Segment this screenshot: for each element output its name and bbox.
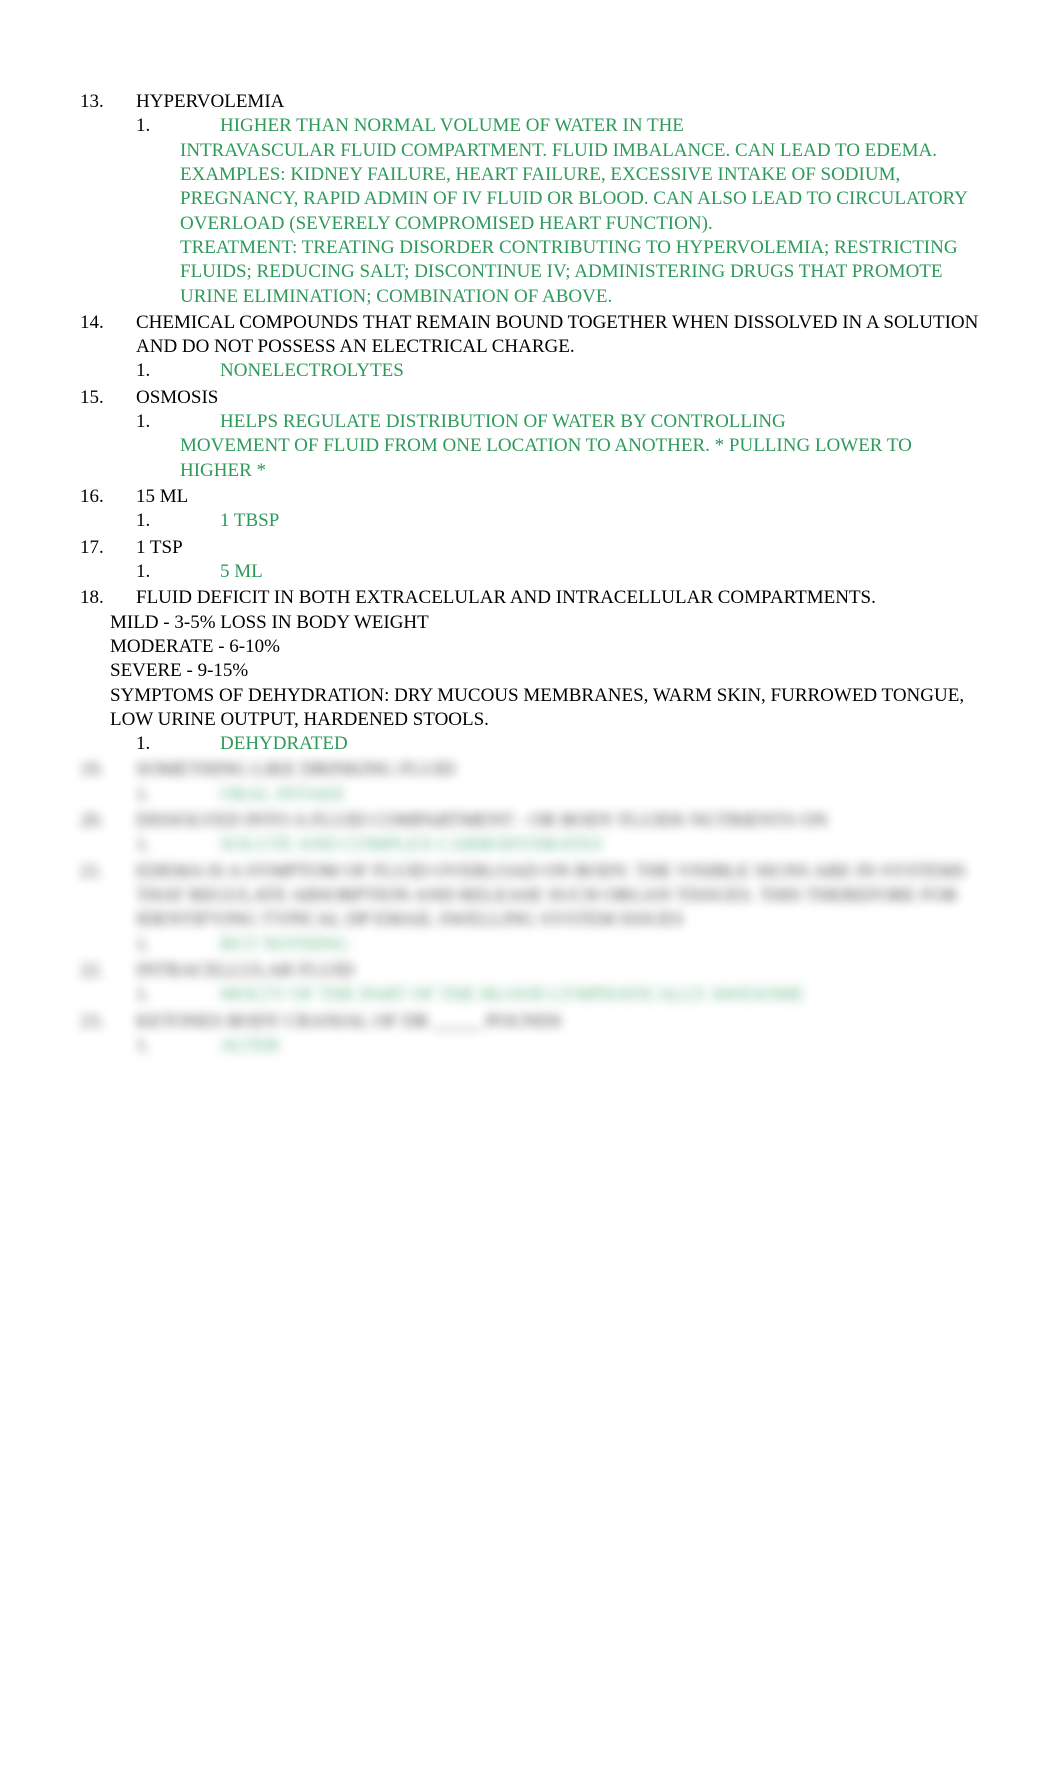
answer-row: 1.DEHYDRATED (80, 732, 982, 756)
answer-text: BUT NOTHING (220, 933, 982, 957)
answer-row: 1.ORAL INTAKE (80, 783, 982, 807)
question-text-continuation: SYMPTOMS OF DEHYDRATION: DRY MUCOUS MEMB… (80, 684, 982, 733)
answer-number: 1. (136, 732, 220, 756)
question-text: FLUID DEFICIT IN BOTH EXTRACELULAR AND I… (136, 586, 982, 610)
question-number: 22. (80, 959, 136, 983)
answer-text: 5 ML (220, 560, 982, 584)
question-row: 23.KETONES BODY CRANIAL OF DR _____ POUN… (80, 1010, 982, 1034)
question-text: 15 ML (136, 485, 982, 509)
answer-row: 1.HELPS REGULATE DISTRIBUTION OF WATER B… (80, 410, 982, 434)
question-row: 18.FLUID DEFICIT IN BOTH EXTRACELULAR AN… (80, 586, 982, 610)
answer-row: 1.1 TBSP (80, 509, 982, 533)
question-text-continuation: MODERATE - 6-10% (80, 635, 982, 659)
answer-row: 1.SOLUTE AND COMPLEX CARBOHYDRATES (80, 833, 982, 857)
answer-text: 1 TBSP (220, 509, 982, 533)
answer-text: HIGHER THAN NORMAL VOLUME OF WATER IN TH… (220, 114, 982, 138)
question-number: 17. (80, 536, 136, 560)
question-row: 20.DISSOLVED INTO A FLUID COMPARTMENT - … (80, 809, 982, 833)
question-text: EDEMA IS A SYMPTOM OF FLUID OVERLOAD ON … (136, 860, 982, 933)
question-text: CHEMICAL COMPOUNDS THAT REMAIN BOUND TOG… (136, 311, 982, 360)
question-text-continuation: SEVERE - 9-15% (80, 659, 982, 683)
answer-row: 1.HIGHER THAN NORMAL VOLUME OF WATER IN … (80, 114, 982, 138)
question-number: 16. (80, 485, 136, 509)
answer-number: 1. (136, 833, 220, 857)
question-number: 15. (80, 386, 136, 410)
answer-row: 1.5 ML (80, 560, 982, 584)
question-text: KETONES BODY CRANIAL OF DR _____ POUNDS (136, 1010, 982, 1034)
question-row: 15.OSMOSIS (80, 386, 982, 410)
question-number: 14. (80, 311, 136, 335)
question-text: 1 TSP (136, 536, 982, 560)
answer-text: ALTER (220, 1034, 982, 1058)
question-text: OSMOSIS (136, 386, 982, 410)
question-text: INTRACELLULAR FLUID (136, 959, 982, 983)
answer-number: 1. (136, 509, 220, 533)
answer-number: 1. (136, 983, 220, 1007)
question-number: 13. (80, 90, 136, 114)
question-number: 20. (80, 809, 136, 833)
question-text: HYPERVOLEMIA (136, 90, 982, 114)
answer-number: 1. (136, 410, 220, 434)
answer-text: DEHYDRATED (220, 732, 982, 756)
answer-text-continuation: MOVEMENT OF FLUID FROM ONE LOCATION TO A… (80, 434, 982, 483)
answer-row: 1.MOLTY OF THE PART OF THE BLOOD LYMPHAT… (80, 983, 982, 1007)
answer-text-continuation: INTRAVASCULAR FLUID COMPARTMENT. FLUID I… (80, 139, 982, 236)
question-row: 16.15 ML (80, 485, 982, 509)
answer-number: 1. (136, 1034, 220, 1058)
question-row: 19.SOMETHING LIKE DRINKING FLUID (80, 758, 982, 782)
answer-number: 1. (136, 359, 220, 383)
question-row: 14.CHEMICAL COMPOUNDS THAT REMAIN BOUND … (80, 311, 982, 360)
answer-text: MOLTY OF THE PART OF THE BLOOD LYMPHATIC… (220, 983, 982, 1007)
question-row: 21.EDEMA IS A SYMPTOM OF FLUID OVERLOAD … (80, 860, 982, 933)
answer-text: HELPS REGULATE DISTRIBUTION OF WATER BY … (220, 410, 982, 434)
answer-row: 1.NONELECTROLYTES (80, 359, 982, 383)
question-number: 21. (80, 860, 136, 884)
question-number: 23. (80, 1010, 136, 1034)
answer-text: SOLUTE AND COMPLEX CARBOHYDRATES (220, 833, 982, 857)
answer-row: 1.BUT NOTHING (80, 933, 982, 957)
question-text-continuation: MILD - 3-5% LOSS IN BODY WEIGHT (80, 611, 982, 635)
answer-number: 1. (136, 783, 220, 807)
answer-number: 1. (136, 114, 220, 138)
answer-number: 1. (136, 560, 220, 584)
question-number: 19. (80, 758, 136, 782)
question-row: 17.1 TSP (80, 536, 982, 560)
answer-text: NONELECTROLYTES (220, 359, 982, 383)
question-row: 13.HYPERVOLEMIA (80, 90, 982, 114)
question-number: 18. (80, 586, 136, 610)
answer-text: ORAL INTAKE (220, 783, 982, 807)
question-row: 22.INTRACELLULAR FLUID (80, 959, 982, 983)
answer-number: 1. (136, 933, 220, 957)
question-text: SOMETHING LIKE DRINKING FLUID (136, 758, 982, 782)
answer-text-continuation: TREATMENT: TREATING DISORDER CONTRIBUTIN… (80, 236, 982, 309)
answer-row: 1.ALTER (80, 1034, 982, 1058)
question-text: DISSOLVED INTO A FLUID COMPARTMENT - OR … (136, 809, 982, 833)
